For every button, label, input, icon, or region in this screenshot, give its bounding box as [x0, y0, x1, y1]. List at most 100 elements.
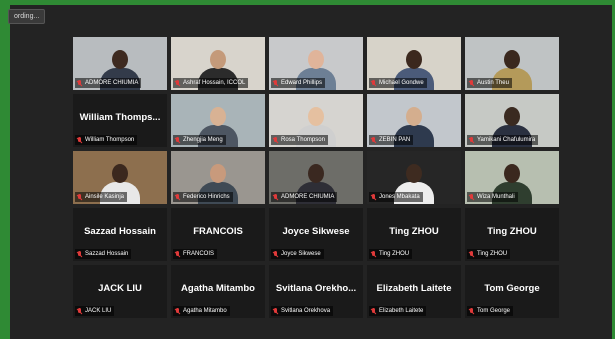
muted-mic-icon	[469, 136, 474, 144]
muted-mic-icon	[273, 193, 278, 201]
participant-tile[interactable]: Agatha Mitambo Agatha Mitambo	[171, 265, 265, 318]
participant-tile[interactable]: Rosa Thompson	[269, 94, 363, 147]
recording-indicator[interactable]: ording...	[8, 9, 46, 24]
participant-tile[interactable]: Ting ZHOU Ting ZHOU	[367, 208, 461, 261]
participant-tile[interactable]: Joyce Sikwese Joyce Sikwese	[269, 208, 363, 261]
participant-name: Sazzad Hossain	[85, 251, 129, 257]
participant-name: Zhengjia Meng	[183, 137, 223, 143]
participant-tile[interactable]: Wiza Munthali	[465, 151, 559, 204]
participant-name: Ting ZHOU	[477, 251, 508, 257]
participant-tile[interactable]: Tom George Tom George	[465, 265, 559, 318]
participant-tile[interactable]: Ashraf Hossain, ICCOL	[171, 37, 265, 90]
muted-mic-icon	[469, 193, 474, 201]
participant-display-name: JACK LIU	[98, 283, 142, 294]
participant-name: Wiza Munthali	[477, 194, 515, 200]
muted-mic-icon	[273, 79, 278, 87]
participant-name-label: William Thompson	[75, 135, 138, 145]
muted-mic-icon	[175, 193, 180, 201]
muted-mic-icon	[77, 250, 82, 258]
participant-tile[interactable]: Sazzad Hossain Sazzad Hossain	[73, 208, 167, 261]
muted-mic-icon	[77, 136, 82, 144]
participant-name-label: Yamikani Chafulumira	[467, 135, 539, 145]
participant-name-label: Michael Gondwe	[369, 78, 427, 88]
muted-mic-icon	[273, 250, 278, 258]
participant-name-label: ZEBIN PAN	[369, 135, 414, 145]
participant-name: Jones Mbakata	[379, 194, 420, 200]
muted-mic-icon	[175, 250, 180, 258]
muted-mic-icon	[77, 307, 82, 315]
muted-mic-icon	[371, 307, 376, 315]
participant-name: Yamikani Chafulumira	[477, 137, 536, 143]
participant-name-label: Zhengjia Meng	[173, 135, 226, 145]
participant-name-label: Elizabeth Laitete	[369, 306, 427, 316]
gallery-grid: ADMORE CHIUMIA Ashraf Hossain, ICCOL Edwar…	[73, 37, 559, 318]
muted-mic-icon	[469, 307, 474, 315]
participant-tile[interactable]: Michael Gondwe	[367, 37, 461, 90]
participant-tile[interactable]: Edward Phillips	[269, 37, 363, 90]
muted-mic-icon	[469, 79, 474, 87]
participant-tile[interactable]: Jones Mbakata	[367, 151, 461, 204]
muted-mic-icon	[77, 193, 82, 201]
participant-name: Elizabeth Laitete	[379, 308, 424, 314]
participant-name-label: Austin Theu	[467, 78, 512, 88]
participant-tile[interactable]: JACK LIU JACK LIU	[73, 265, 167, 318]
participant-tile[interactable]: Svitlana Orekho... Svitlana Orekhova	[269, 265, 363, 318]
muted-mic-icon	[175, 136, 180, 144]
participant-name: Federico Hinrichs	[183, 194, 230, 200]
participant-name: Austin Theu	[477, 80, 509, 86]
window-frame-left	[0, 0, 10, 339]
participant-name-label: Rosa Thompson	[271, 135, 328, 145]
participant-name: Tom George	[477, 308, 511, 314]
participant-name-label: Jones Mbakata	[369, 192, 423, 202]
participant-name-label: Ting ZHOU	[467, 249, 511, 259]
participant-tile[interactable]: ADMORE CHIUMIA	[73, 37, 167, 90]
participant-display-name: Ting ZHOU	[487, 226, 537, 237]
participant-name: ADMORE CHIUMIA	[281, 194, 335, 200]
participant-tile[interactable]: ZEBIN PAN	[367, 94, 461, 147]
muted-mic-icon	[371, 250, 376, 258]
muted-mic-icon	[469, 250, 474, 258]
participant-tile[interactable]: Zhengjia Meng	[171, 94, 265, 147]
participant-name: Edward Phillips	[281, 80, 323, 86]
participant-name: Michael Gondwe	[379, 80, 424, 86]
participant-tile[interactable]: Ting ZHOU Ting ZHOU	[465, 208, 559, 261]
participant-display-name: Ting ZHOU	[389, 226, 439, 237]
participant-name: William Thompson	[85, 137, 135, 143]
participant-tile[interactable]: Austin Theu	[465, 37, 559, 90]
participant-name: FRANCOIS	[183, 251, 215, 257]
participant-display-name: Joyce Sikwese	[282, 226, 350, 237]
participant-name-label: Federico Hinrichs	[173, 192, 233, 202]
participant-name-label: Ainsile Kasinja	[75, 192, 128, 202]
recording-label: ording...	[14, 13, 40, 20]
participant-display-name: FRANCOIS	[193, 226, 243, 237]
participant-tile[interactable]: Federico Hinrichs	[171, 151, 265, 204]
participant-name-label: Edward Phillips	[271, 78, 326, 88]
participant-name-label: Sazzad Hossain	[75, 249, 132, 259]
participant-tile[interactable]: Ainsile Kasinja	[73, 151, 167, 204]
muted-mic-icon	[371, 136, 376, 144]
participant-name-label: JACK LIU	[75, 306, 115, 316]
participant-name-label: Joyce Sikwese	[271, 249, 324, 259]
window-frame-top	[0, 0, 615, 5]
participant-name-label: ADMORE CHIUMIA	[271, 192, 338, 202]
participant-name: Joyce Sikwese	[281, 251, 321, 257]
participant-tile[interactable]: Yamikani Chafulumira	[465, 94, 559, 147]
participant-name-label: Svitlana Orekhova	[271, 306, 334, 316]
participant-name-label: Wiza Munthali	[467, 192, 518, 202]
muted-mic-icon	[371, 79, 376, 87]
participant-name: Agatha Mitambo	[183, 308, 227, 314]
participant-display-name: Svitlana Orekho...	[275, 283, 357, 294]
participant-tile[interactable]: FRANCOIS FRANCOIS	[171, 208, 265, 261]
participant-name-label: Ting ZHOU	[369, 249, 413, 259]
participant-tile[interactable]: ADMORE CHIUMIA	[269, 151, 363, 204]
muted-mic-icon	[273, 307, 278, 315]
participant-display-name: Elizabeth Laitete	[376, 283, 452, 294]
participant-name: Svitlana Orekhova	[281, 308, 331, 314]
participant-display-name: Agatha Mitambo	[181, 283, 255, 294]
participant-name: Ting ZHOU	[379, 251, 410, 257]
participant-name-label: Tom George	[467, 306, 514, 316]
muted-mic-icon	[175, 307, 180, 315]
participant-name-label: ADMORE CHIUMIA	[75, 78, 142, 88]
participant-tile[interactable]: Elizabeth Laitete Elizabeth Laitete	[367, 265, 461, 318]
participant-tile[interactable]: William Thomps... William Thompson	[73, 94, 167, 147]
